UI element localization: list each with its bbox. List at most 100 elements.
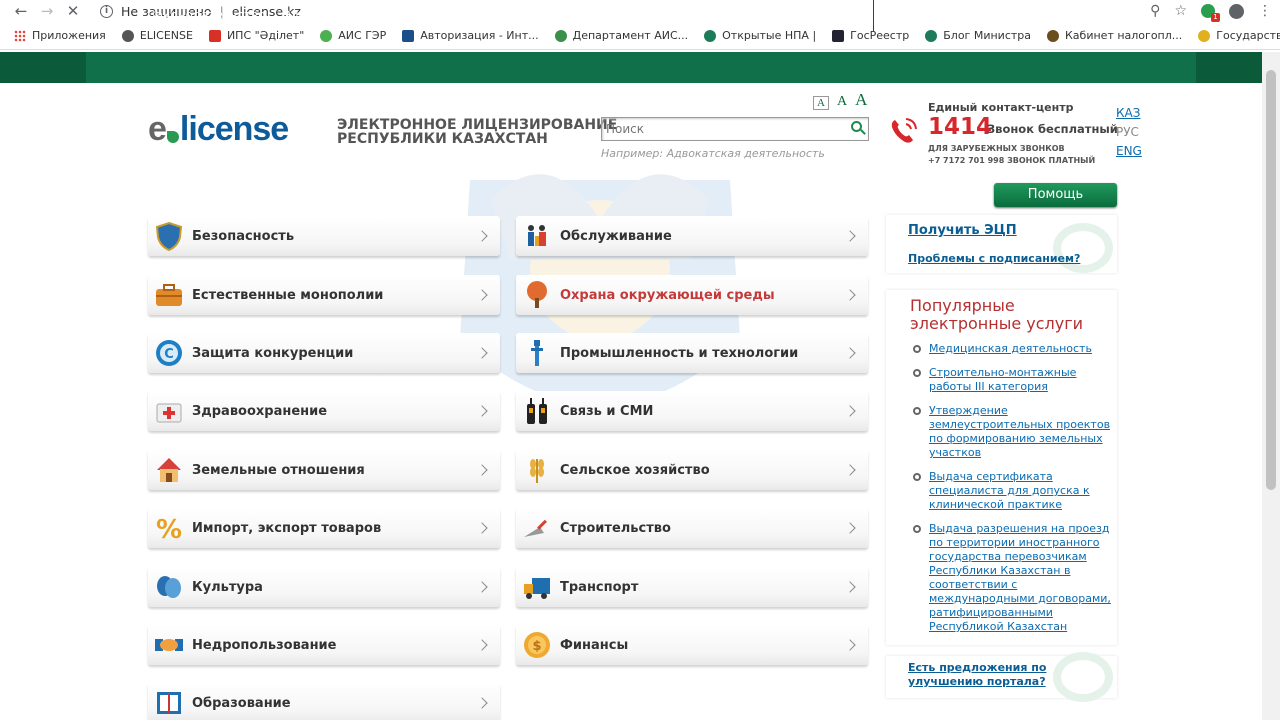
login-or: или (959, 8, 983, 22)
search-box (601, 117, 869, 141)
book-icon (157, 692, 181, 714)
get-eds-link[interactable]: Получить ЭЦП (908, 223, 1017, 238)
trowel-icon (524, 519, 547, 537)
help-button[interactable]: Помощь (994, 183, 1117, 207)
list-item[interactable]: Медицинская деятельность (912, 342, 1117, 356)
list-item[interactable]: Выдача сертификата специалиста для допус… (912, 470, 1117, 512)
info-icon[interactable]: i (100, 4, 113, 18)
category-agriculture[interactable]: Сельское хозяйство (516, 450, 868, 490)
extension-icon[interactable] (1201, 4, 1220, 22)
back-arrow-icon[interactable]: ← (8, 0, 34, 22)
bookmark-tax[interactable]: Кабинет налогопл... (1047, 29, 1182, 42)
category-environment[interactable]: Охрана окружающей среды (516, 275, 868, 315)
bookmark-apps[interactable]: Приложения (14, 29, 106, 42)
avatar[interactable] (1229, 3, 1244, 19)
chevron-right-icon (844, 464, 856, 476)
globe-icon (121, 29, 134, 42)
chevron-right-icon (476, 522, 488, 534)
font-size-small[interactable]: A (813, 96, 829, 110)
site-logo[interactable]: e license (148, 110, 289, 149)
bookmark-blog[interactable]: Блог Министра (925, 29, 1031, 42)
bookmark-ais-ger[interactable]: АИС ГЭР (320, 29, 386, 42)
chevron-right-icon (476, 581, 488, 593)
star-icon[interactable]: ☆ (1174, 3, 1187, 19)
font-size-switcher: A A A (813, 90, 867, 110)
category-import-export[interactable]: % Импорт, экспорт товаров (148, 508, 500, 548)
search-input[interactable] (602, 118, 842, 140)
chevron-right-icon (476, 289, 488, 301)
lang-eng[interactable]: ENG (1116, 142, 1142, 161)
walkie-talkie-icon (527, 398, 547, 424)
top-nav-divider (873, 0, 874, 31)
bookmark-elicense[interactable]: ELICENSE (121, 29, 193, 42)
briefcase-icon (156, 284, 182, 306)
font-size-medium[interactable]: A (837, 94, 847, 110)
svg-text:$: $ (532, 639, 541, 654)
nav-search-permits[interactable]: Поиск разрешительных документов (481, 8, 711, 22)
suggestions-link[interactable]: Есть предложения по улучшению портала? (908, 661, 1098, 689)
category-monopolies[interactable]: Естественные монополии (148, 275, 500, 315)
swirl-decoration (1053, 223, 1113, 273)
contact-center-title: Единый контакт-центр (928, 101, 1074, 114)
stop-loading-icon[interactable]: ✕ (60, 0, 86, 22)
menu-dots-icon[interactable]: ⋮ (1258, 3, 1272, 19)
list-item[interactable]: Выдача разрешения на проезд по территори… (912, 522, 1117, 634)
font-size-large[interactable]: A (855, 90, 867, 110)
bookmark-auth[interactable]: Авторизация - Инт... (402, 29, 539, 42)
house-icon (157, 458, 181, 482)
forward-arrow-icon[interactable]: → (34, 0, 60, 22)
list-item[interactable]: Строительно-монтажные работы III категор… (912, 366, 1117, 394)
category-subsoil[interactable]: Недропользование (148, 625, 500, 665)
top-nav-bar (0, 52, 1262, 83)
category-communications[interactable]: Связь и СМИ (516, 391, 868, 431)
wheat-icon (530, 459, 544, 483)
category-land[interactable]: Земельные отношения (148, 450, 500, 490)
site-tagline: ЭЛЕКТРОННОЕ ЛИЦЕНЗИРОВАНИЕ РЕСПУБЛИКИ КА… (337, 117, 618, 147)
list-item[interactable]: Утверждение землеустроительных проектов … (912, 404, 1117, 460)
chevron-right-icon (476, 639, 488, 651)
lang-kaz[interactable]: КАЗ (1116, 104, 1142, 123)
handshake-icon (155, 639, 183, 651)
chevron-right-icon (844, 289, 856, 301)
category-healthcare[interactable]: Здравоохранение (148, 391, 500, 431)
bookmarks-bar: Приложения ELICENSE ИПС "Әділет" АИС ГЭР… (0, 22, 1280, 50)
category-finance[interactable]: $ Финансы (516, 625, 868, 665)
lang-rus[interactable]: РУС (1116, 123, 1142, 142)
signing-problems-link[interactable]: Проблемы с подписанием? (908, 252, 1080, 265)
phone-icon (891, 118, 917, 143)
category-security[interactable]: Безопасность (148, 216, 500, 256)
register-link[interactable]: зарегистрироваться (1020, 8, 1149, 22)
bookmark-npa[interactable]: Открытые НПА | (704, 29, 816, 42)
category-competition[interactable]: C Защита конкуренции (148, 333, 500, 373)
contact-center-free: Звонок бесплатный (987, 122, 1118, 136)
chevron-right-icon (844, 581, 856, 593)
bookmark-adilet[interactable]: ИПС "Әділет" (208, 29, 304, 42)
category-transport[interactable]: Транспорт (516, 567, 868, 607)
category-education[interactable]: Образование (148, 683, 500, 720)
scrollbar-thumb[interactable] (1266, 70, 1276, 490)
page-scrollbar[interactable] (1262, 52, 1280, 720)
search-icon[interactable] (851, 121, 862, 132)
bullet-icon (913, 407, 921, 415)
category-construction[interactable]: Строительство (516, 508, 868, 548)
category-industry[interactable]: Промышленность и технологии (516, 333, 868, 373)
category-culture[interactable]: Культура (148, 567, 500, 607)
bookmark-department[interactable]: Департамент АИС... (554, 29, 688, 42)
eds-panel: Получить ЭЦП Проблемы с подписанием? (886, 215, 1117, 273)
category-services[interactable]: Обслуживание (516, 216, 868, 256)
contact-center-number: 1414 (928, 114, 993, 140)
search-hint: Например: Адвокатская деятельность (601, 147, 825, 160)
nav-egov[interactable]: Электронное правительство (282, 8, 464, 22)
nav-legislation[interactable]: Законодательство (148, 8, 266, 22)
tax-icon (1047, 29, 1059, 42)
bookmark-gosreestr[interactable]: ГосРеестр (832, 29, 909, 42)
bullet-icon (913, 369, 921, 377)
bookmark-gov[interactable]: Государственные з... (1198, 29, 1280, 42)
login-link[interactable]: Войти (908, 8, 946, 22)
top-nav-links: Законодательство Электронное правительст… (148, 8, 724, 22)
popular-services-list: Медицинская деятельность Строительно-мон… (912, 342, 1117, 644)
chevron-right-icon (476, 230, 488, 242)
chevron-right-icon (476, 405, 488, 417)
tree-icon (527, 281, 547, 308)
chevron-right-icon (476, 464, 488, 476)
